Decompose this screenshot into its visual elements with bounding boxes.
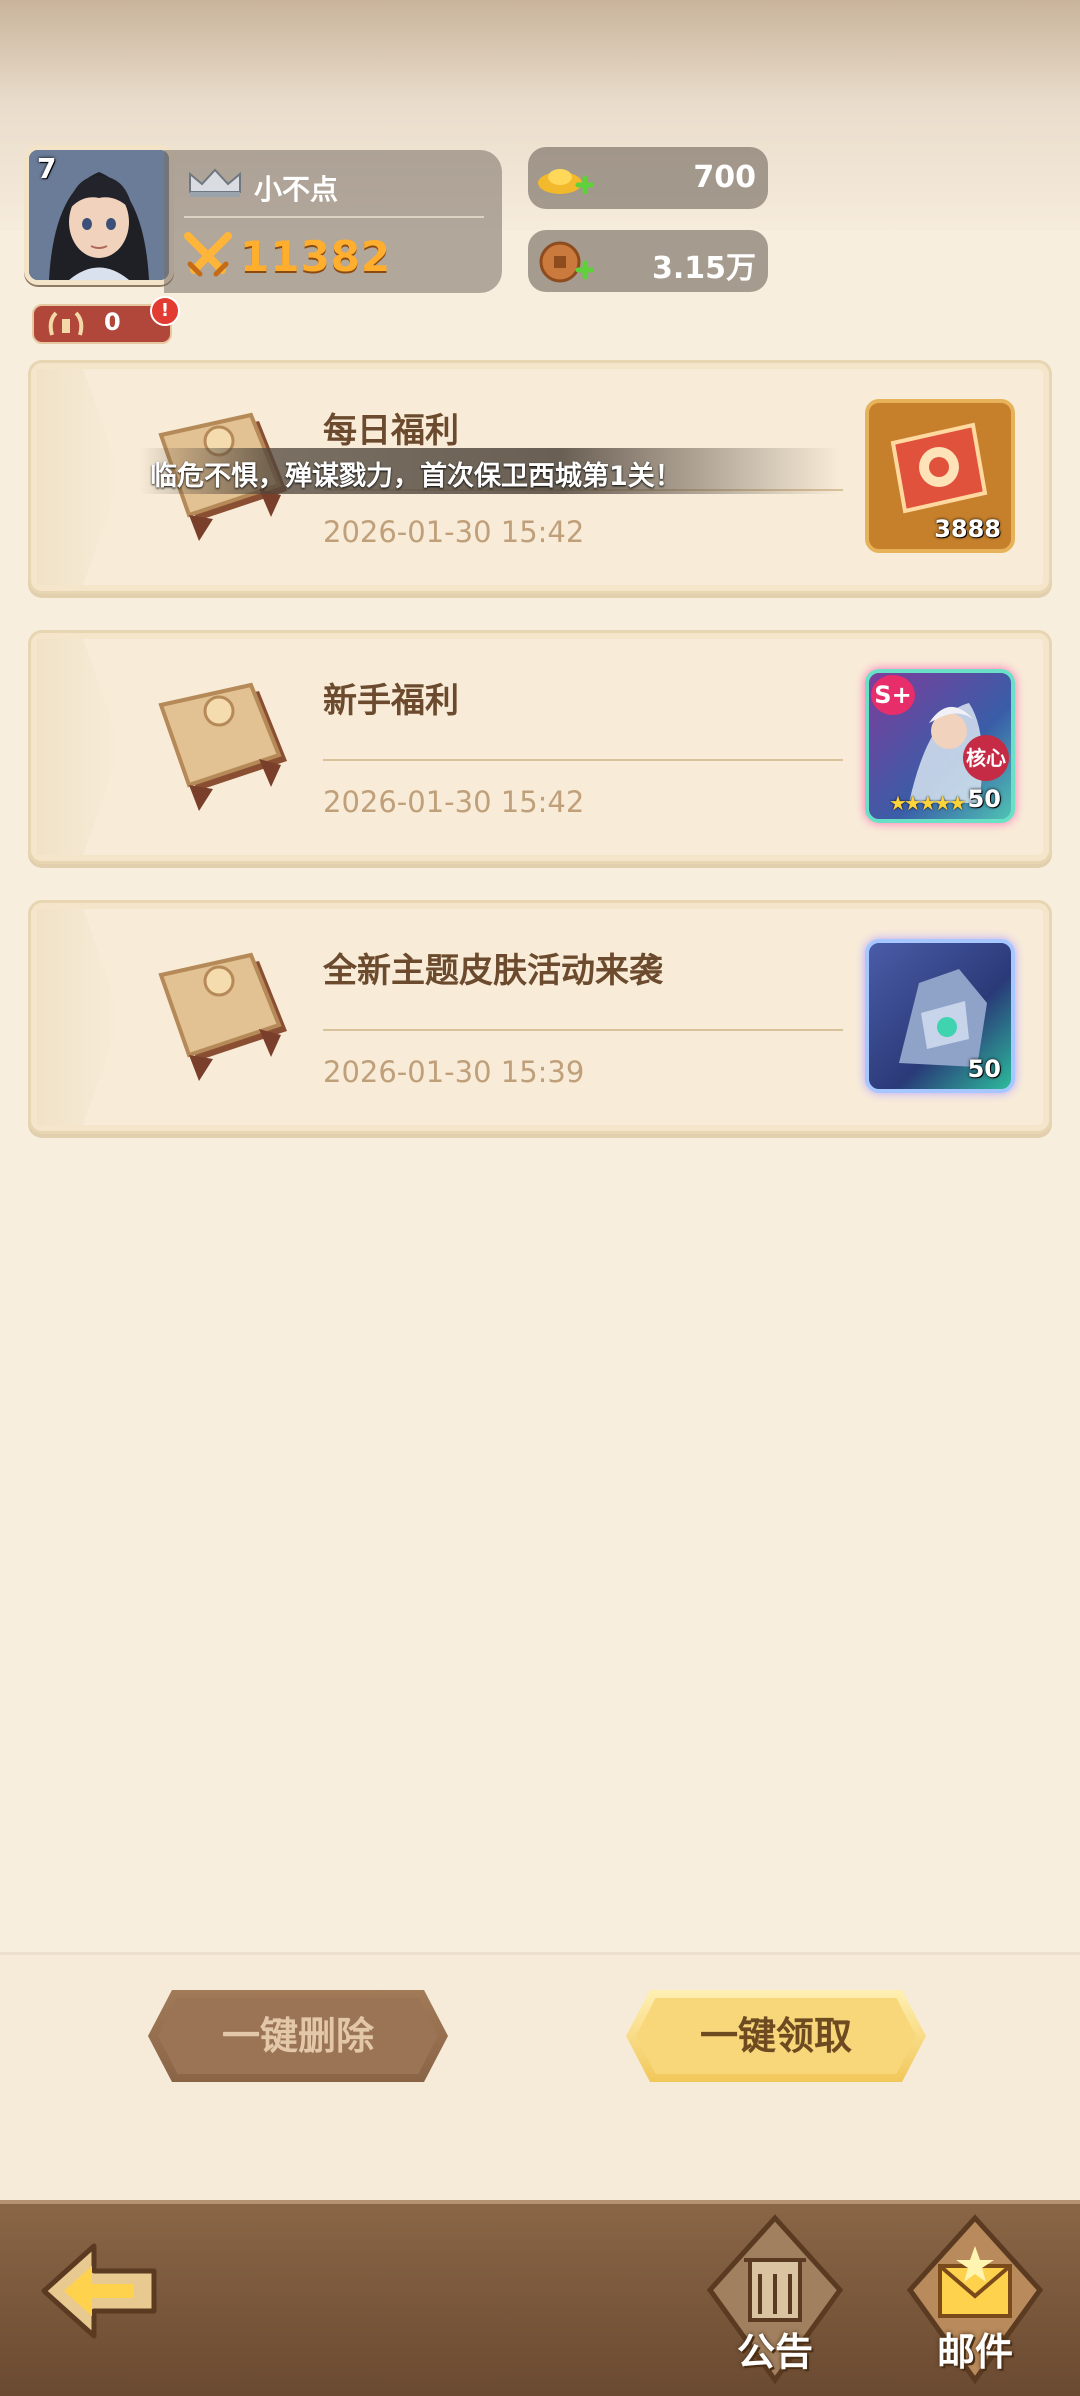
- player-level: 7: [37, 152, 57, 185]
- star-rating: ★★★★★: [889, 791, 967, 815]
- mail-package-icon: [158, 952, 287, 1081]
- rank-badge: S+: [871, 675, 915, 715]
- mail-title: 新手福利: [323, 681, 459, 721]
- mail-item[interactable]: 新手福利 2026-01-30 15:42 S+ 核心 ★★★★★ 50: [28, 630, 1052, 864]
- mail-title: 全新主题皮肤活动来袭: [323, 951, 663, 991]
- mail-tab-decoration: [37, 639, 121, 855]
- crown-icon: [189, 168, 241, 197]
- reward-item[interactable]: 3888: [865, 399, 1015, 553]
- mail-tab-decoration: [37, 369, 121, 585]
- reward-count: 3888: [934, 515, 1001, 543]
- nav-notice-label: 公告: [736, 2330, 813, 2374]
- reward-count: 50: [967, 785, 1001, 813]
- nav-notice[interactable]: 公告: [700, 2210, 850, 2388]
- mail-title: 每日福利: [323, 411, 459, 451]
- mail-item[interactable]: 全新主题皮肤活动来袭 2026-01-30 15:39 50: [28, 900, 1052, 1134]
- mail-time: 2026-01-30 15:39: [323, 1055, 585, 1089]
- claim-all-label: 一键领取: [699, 2014, 852, 2058]
- reward-count: 50: [967, 1055, 1001, 1083]
- claim-all-button[interactable]: 一键领取: [626, 1990, 926, 2082]
- player-name: 小不点: [254, 173, 339, 206]
- alert-badge: !: [150, 296, 180, 326]
- crossed-swords-icon: [184, 232, 232, 277]
- delete-all-button[interactable]: 一键删除: [148, 1990, 448, 2082]
- gold-ingot-plus-icon: [538, 169, 594, 195]
- name-divider: [184, 216, 484, 218]
- back-arrow-icon[interactable]: [34, 2226, 164, 2356]
- mail-divider: [323, 759, 843, 761]
- mail-time: 2026-01-30 15:42: [323, 785, 585, 819]
- coin-amount: 3.15万: [651, 251, 756, 286]
- mail-divider: [323, 1029, 843, 1031]
- nav-mail[interactable]: 邮件: [900, 2210, 1050, 2388]
- combat-power-value: 11382: [240, 232, 392, 281]
- notice-text: 临危不惧，殚谋戮力，首次保卫西城第1关！: [150, 461, 682, 492]
- gold-resource-bar[interactable]: 700: [528, 147, 768, 209]
- mail-time: 2026-01-30 15:42: [323, 515, 585, 549]
- laurel-icon: [48, 311, 84, 336]
- mail-package-icon: [158, 682, 287, 811]
- notice-marquee: 临危不惧，殚谋戮力，首次保卫西城第1关！: [140, 448, 840, 494]
- gold-amount: 700: [693, 160, 756, 195]
- player-info-panel: 小不点 11382: [164, 150, 502, 293]
- reward-item[interactable]: 50: [865, 939, 1015, 1093]
- honor-value: 0: [104, 308, 121, 336]
- coin-resource-bar[interactable]: 3.15万: [528, 230, 768, 292]
- delete-all-label: 一键删除: [221, 2014, 374, 2058]
- core-tag: 核心: [963, 735, 1009, 781]
- copper-coin-plus-icon: [539, 241, 594, 283]
- nav-mail-label: 邮件: [936, 2330, 1013, 2374]
- action-area: [0, 1952, 1080, 2205]
- player-avatar[interactable]: 7: [24, 145, 174, 285]
- reward-item[interactable]: S+ 核心 ★★★★★ 50: [865, 669, 1015, 823]
- mail-tab-decoration: [37, 909, 121, 1125]
